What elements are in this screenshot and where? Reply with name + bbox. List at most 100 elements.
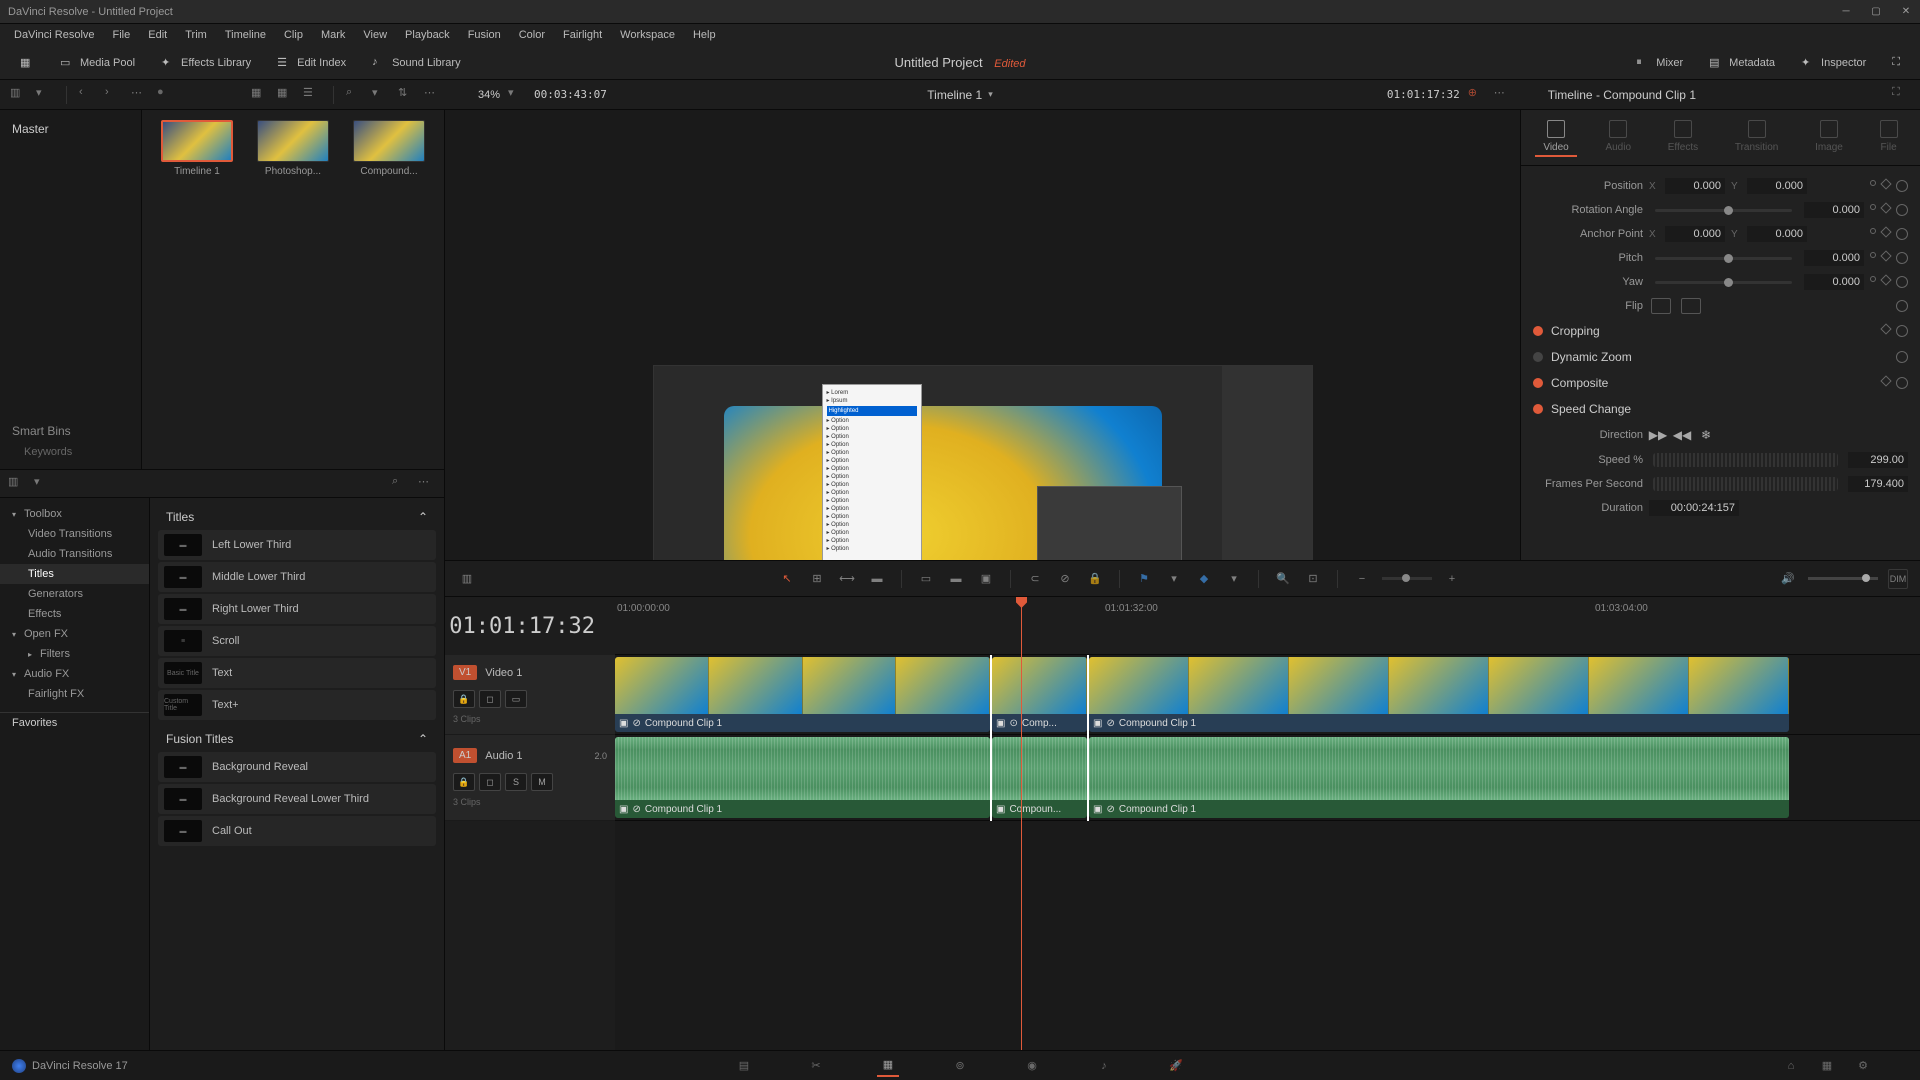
- viewer-zoom[interactable]: 34%: [478, 89, 500, 101]
- reset-icon[interactable]: [1896, 180, 1908, 192]
- page-cut[interactable]: ✂: [805, 1055, 827, 1077]
- metadata-toggle[interactable]: ▤Metadata: [1699, 52, 1785, 74]
- close-button[interactable]: ✕: [1900, 6, 1912, 18]
- maximize-button[interactable]: ▢: [1870, 6, 1882, 18]
- keyframe-diamond-icon[interactable]: [1880, 250, 1891, 261]
- sync-icon[interactable]: ⊕: [1468, 86, 1486, 104]
- reset-icon[interactable]: [1896, 300, 1908, 312]
- title-scroll[interactable]: ≡Scroll: [158, 626, 436, 656]
- page-color[interactable]: ◉: [1021, 1055, 1043, 1077]
- lock-track-button[interactable]: 🔒: [453, 690, 475, 708]
- inspector-tab-video[interactable]: Video: [1535, 118, 1576, 157]
- keyframe-dot-icon[interactable]: [1870, 228, 1876, 234]
- search-icon[interactable]: ⌕: [392, 475, 410, 493]
- audio-track-lane[interactable]: ▣⊘Compound Clip 1 ▣Compoun... ▣⊘Compound…: [615, 735, 1920, 821]
- panel-layout-icon[interactable]: ▥: [8, 475, 26, 493]
- menu-file[interactable]: File: [105, 27, 139, 43]
- grid-view-icon[interactable]: ▦: [277, 86, 295, 104]
- timeline-ruler[interactable]: 01:00:00:00 01:01:32:00 01:03:04:00: [615, 597, 1920, 655]
- link-icon[interactable]: ⊘: [1055, 569, 1075, 589]
- blade-tool[interactable]: ▬: [867, 569, 887, 589]
- speed-wheel[interactable]: [1653, 453, 1838, 467]
- direction-forward-icon[interactable]: ▶▶: [1649, 426, 1667, 444]
- reset-icon[interactable]: [1896, 351, 1908, 363]
- volume-icon[interactable]: 🔊: [1778, 569, 1798, 589]
- auto-select-button[interactable]: ◻: [479, 773, 501, 791]
- v1-tag[interactable]: V1: [453, 665, 477, 680]
- keyframe-dot-icon[interactable]: [1870, 204, 1876, 210]
- settings-button[interactable]: ⚙: [1852, 1055, 1874, 1077]
- tree-generators[interactable]: Generators: [0, 584, 149, 604]
- edit-marker[interactable]: [1087, 655, 1089, 821]
- inspector-tab-file[interactable]: File: [1872, 118, 1906, 157]
- chevron-down-icon[interactable]: ▾: [1164, 569, 1184, 589]
- title-text-plus[interactable]: Custom TitleText+: [158, 690, 436, 720]
- solo-button[interactable]: S: [505, 773, 527, 791]
- marker-icon[interactable]: ◆: [1194, 569, 1214, 589]
- menu-playback[interactable]: Playback: [397, 27, 458, 43]
- zoom-out-icon[interactable]: −: [1352, 569, 1372, 589]
- dynamic-trim-tool[interactable]: ⟷: [837, 569, 857, 589]
- reset-icon[interactable]: [1896, 252, 1908, 264]
- menu-workspace[interactable]: Workspace: [612, 27, 683, 43]
- clip-thumb-photoshop[interactable]: Photoshop...: [248, 120, 338, 177]
- page-fusion[interactable]: ⊚: [949, 1055, 971, 1077]
- favorites-header[interactable]: Favorites: [0, 712, 149, 733]
- volume-slider[interactable]: [1808, 577, 1878, 580]
- reset-icon[interactable]: [1896, 276, 1908, 288]
- tree-fairlightfx[interactable]: Fairlight FX: [0, 684, 149, 704]
- timeline-name[interactable]: Timeline 1: [927, 88, 982, 102]
- title-middle-lower[interactable]: ▬Middle Lower Third: [158, 562, 436, 592]
- pitch-input[interactable]: [1804, 250, 1864, 266]
- position-y-input[interactable]: [1747, 178, 1807, 194]
- direction-freeze-icon[interactable]: ❄: [1697, 426, 1715, 444]
- minimize-button[interactable]: ─: [1840, 6, 1852, 18]
- yaw-input[interactable]: [1804, 274, 1864, 290]
- keyframe-diamond-icon[interactable]: [1880, 202, 1891, 213]
- replace-tool[interactable]: ▣: [976, 569, 996, 589]
- lock-icon[interactable]: 🔒: [1085, 569, 1105, 589]
- page-edit[interactable]: ▦: [877, 1055, 899, 1077]
- video-clip-1[interactable]: ▣⊘Compound Clip 1: [615, 657, 990, 732]
- chevron-down-icon[interactable]: ▾: [36, 86, 54, 104]
- overwrite-tool[interactable]: ▬: [946, 569, 966, 589]
- tree-audio-transitions[interactable]: Audio Transitions: [0, 544, 149, 564]
- page-media[interactable]: ▤: [733, 1055, 755, 1077]
- yaw-slider[interactable]: [1655, 281, 1792, 284]
- clip-thumb-timeline1[interactable]: Timeline 1: [152, 120, 242, 177]
- fusion-bg-reveal-lower[interactable]: ▬Background Reveal Lower Third: [158, 784, 436, 814]
- smart-bins-header[interactable]: Smart Bins: [0, 420, 141, 442]
- fps-input[interactable]: [1848, 476, 1908, 492]
- keywords-bin[interactable]: Keywords: [0, 442, 141, 462]
- tree-effects[interactable]: Effects: [0, 604, 149, 624]
- auto-select-button[interactable]: ◻: [479, 690, 501, 708]
- mixer-toggle[interactable]: ⏸Mixer: [1626, 52, 1693, 74]
- reset-icon[interactable]: [1896, 228, 1908, 240]
- chevron-down-icon[interactable]: ▾: [508, 86, 526, 104]
- mute-button[interactable]: M: [531, 773, 553, 791]
- next-icon[interactable]: ›: [105, 86, 123, 104]
- sound-library-toggle[interactable]: ♪Sound Library: [362, 52, 471, 74]
- sort-icon[interactable]: ⇅: [398, 86, 416, 104]
- edit-index-toggle[interactable]: ☰Edit Index: [267, 52, 356, 74]
- anchor-x-input[interactable]: [1665, 226, 1725, 242]
- menu-mark[interactable]: Mark: [313, 27, 353, 43]
- more-icon[interactable]: ⋯: [418, 475, 436, 493]
- effects-library-toggle[interactable]: ✦Effects Library: [151, 52, 261, 74]
- timeline-view-icon[interactable]: ▥: [457, 569, 477, 589]
- keyframe-dot-icon[interactable]: [1870, 252, 1876, 258]
- zoom-slider[interactable]: [1382, 577, 1432, 580]
- reset-icon[interactable]: [1896, 204, 1908, 216]
- tree-toolbox[interactable]: ▾Toolbox: [0, 504, 149, 524]
- menu-timeline[interactable]: Timeline: [217, 27, 274, 43]
- chevron-down-icon[interactable]: ▾: [34, 475, 52, 493]
- audio-clip-2[interactable]: ▣Compoun...: [992, 737, 1087, 818]
- edit-marker[interactable]: [990, 655, 992, 821]
- track-header-a1[interactable]: A1 Audio 1 2.0 🔒 ◻ S M 3 Clips: [445, 735, 615, 821]
- playhead[interactable]: [1021, 597, 1022, 1050]
- zoom-fit-icon[interactable]: ⊡: [1303, 569, 1323, 589]
- more-icon[interactable]: ⋯: [131, 86, 149, 104]
- rotation-slider[interactable]: [1655, 209, 1792, 212]
- collapse-icon[interactable]: ⌃: [418, 510, 428, 524]
- bin-view-icon[interactable]: ▥: [10, 86, 28, 104]
